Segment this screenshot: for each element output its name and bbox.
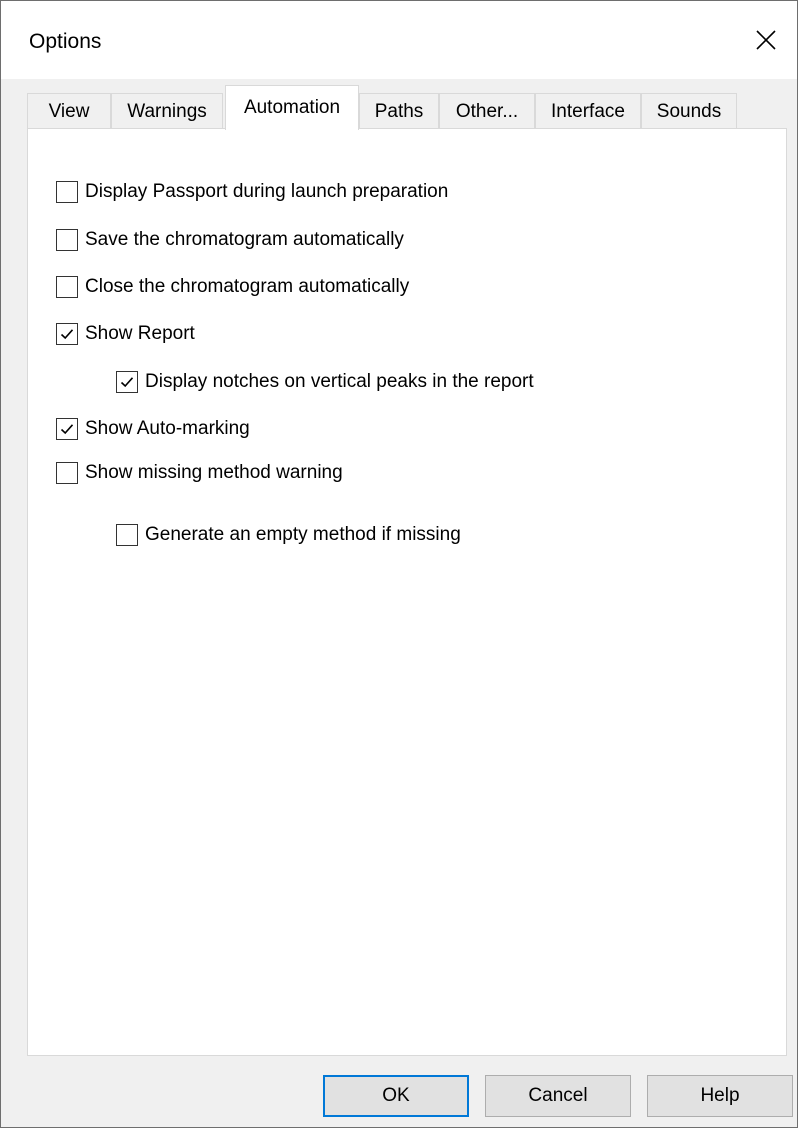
tab-strip: View Warnings Automation Paths Other... … [27, 85, 787, 130]
tab-label: Interface [551, 100, 625, 122]
option-generate-empty-method[interactable]: Generate an empty method if missing [116, 520, 461, 550]
option-label: Display notches on vertical peaks in the… [145, 371, 534, 392]
option-label: Show Auto-marking [85, 418, 250, 439]
close-button[interactable] [735, 1, 797, 79]
checkbox[interactable] [56, 229, 78, 251]
tab-label: Warnings [127, 100, 207, 122]
dialog-title: Options [29, 30, 102, 53]
option-close-chromatogram[interactable]: Close the chromatogram automatically [56, 272, 409, 302]
cancel-button[interactable]: Cancel [485, 1075, 631, 1117]
option-show-auto-marking[interactable]: Show Auto-marking [56, 414, 250, 444]
checkbox[interactable] [116, 371, 138, 393]
option-display-notches[interactable]: Display notches on vertical peaks in the… [116, 367, 534, 397]
tab-label: View [48, 100, 90, 122]
tab-label: Paths [374, 100, 424, 122]
option-label: Save the chromatogram automatically [85, 229, 404, 250]
tab-label: Sounds [656, 100, 722, 122]
option-show-report[interactable]: Show Report [56, 319, 195, 349]
tab-view[interactable]: View [27, 93, 111, 129]
tab-automation[interactable]: Automation [225, 85, 359, 130]
checkbox[interactable] [56, 323, 78, 345]
checkbox[interactable] [56, 276, 78, 298]
option-label: Display Passport during launch preparati… [85, 181, 449, 202]
checkmark-icon [120, 377, 134, 388]
help-button[interactable]: Help [647, 1075, 793, 1117]
checkbox[interactable] [56, 418, 78, 440]
title-bar: Options [1, 1, 797, 79]
automation-panel: Display Passport during launch preparati… [27, 128, 787, 1056]
option-label: Show Report [85, 323, 195, 344]
tab-warnings[interactable]: Warnings [111, 93, 223, 129]
tab-label: Automation [243, 97, 341, 118]
tab-interface[interactable]: Interface [535, 93, 641, 129]
checkbox[interactable] [116, 524, 138, 546]
tab-sounds[interactable]: Sounds [641, 93, 737, 129]
ok-button[interactable]: OK [323, 1075, 469, 1117]
option-show-missing-method-warning[interactable]: Show missing method warning [56, 458, 343, 488]
tab-paths[interactable]: Paths [359, 93, 439, 129]
checkmark-icon [60, 424, 74, 435]
option-label: Generate an empty method if missing [145, 524, 461, 545]
options-dialog: Options View Warnings Automation Paths O… [0, 0, 798, 1128]
option-label: Show missing method warning [85, 462, 343, 483]
option-save-chromatogram[interactable]: Save the chromatogram automatically [56, 225, 404, 255]
checkmark-icon [60, 329, 74, 340]
close-icon [756, 30, 776, 50]
option-label: Close the chromatogram automatically [85, 276, 410, 297]
checkbox[interactable] [56, 181, 78, 203]
tab-other[interactable]: Other... [439, 93, 535, 129]
tab-label: Other... [455, 100, 519, 122]
checkbox[interactable] [56, 462, 78, 484]
option-display-passport[interactable]: Display Passport during launch preparati… [56, 177, 448, 207]
